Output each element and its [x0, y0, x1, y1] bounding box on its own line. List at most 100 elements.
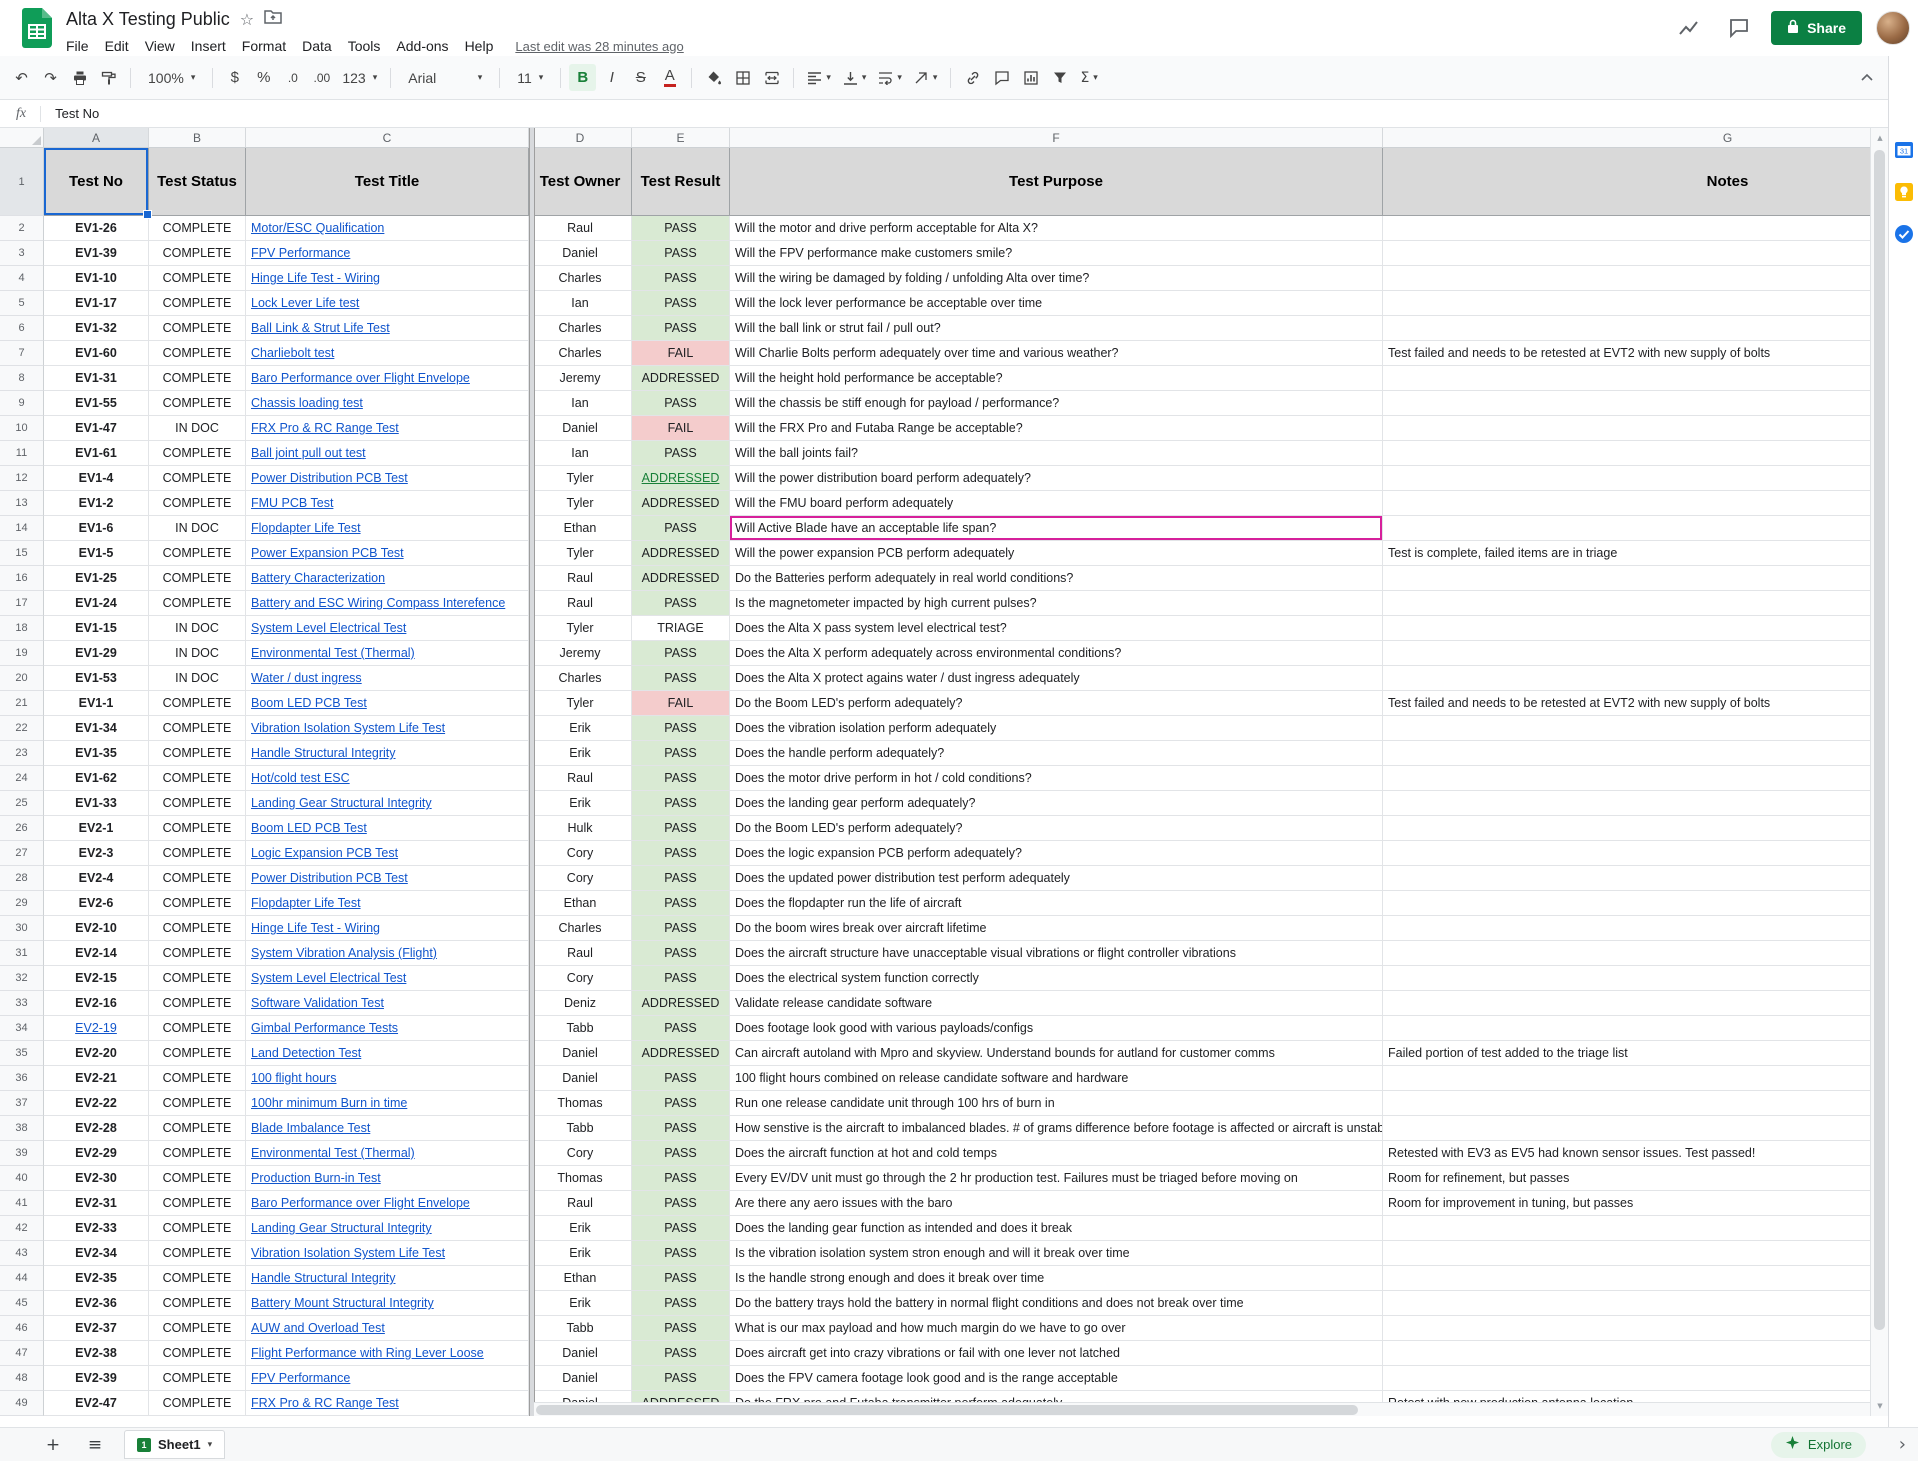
- cell-test-result[interactable]: PASS: [632, 391, 730, 416]
- text-wrap-select[interactable]: ▾: [873, 64, 907, 91]
- scroll-up-arrow[interactable]: ▲: [1871, 130, 1889, 146]
- cell-test-status[interactable]: COMPLETE: [149, 1191, 246, 1216]
- cell-test-no[interactable]: EV2-3: [44, 841, 149, 866]
- cell-test-result[interactable]: PASS: [632, 966, 730, 991]
- cell-test-status[interactable]: COMPLETE: [149, 391, 246, 416]
- cell-notes[interactable]: Test failed and needs to be retested at …: [1383, 691, 1870, 716]
- row-number[interactable]: 13: [0, 491, 44, 516]
- avatar[interactable]: [1876, 11, 1910, 45]
- cell-test-owner[interactable]: Charles: [529, 916, 632, 941]
- cell-test-purpose[interactable]: Do the Boom LED's perform adequately?: [730, 816, 1383, 841]
- cell-test-owner[interactable]: Ian: [529, 391, 632, 416]
- cell-test-purpose[interactable]: Will the power expansion PCB perform ade…: [730, 541, 1383, 566]
- cell-notes[interactable]: [1383, 991, 1870, 1016]
- cell-test-title[interactable]: Logic Expansion PCB Test: [246, 841, 529, 866]
- cell-test-title[interactable]: Ball joint pull out test: [246, 441, 529, 466]
- cell-header-test-title[interactable]: Test Title: [246, 148, 529, 216]
- cell-test-owner[interactable]: Thomas: [529, 1166, 632, 1191]
- cell-test-no[interactable]: EV2-38: [44, 1341, 149, 1366]
- cell-notes[interactable]: [1383, 366, 1870, 391]
- row-number[interactable]: 24: [0, 766, 44, 791]
- cell-test-purpose[interactable]: Will the ball link or strut fail / pull …: [730, 316, 1383, 341]
- cell-test-no[interactable]: EV1-29: [44, 641, 149, 666]
- cell-test-result[interactable]: PASS: [632, 1091, 730, 1116]
- menu-file[interactable]: File: [58, 36, 97, 56]
- cell-test-no[interactable]: EV1-34: [44, 716, 149, 741]
- cell-test-purpose[interactable]: Do the Boom LED's perform adequately?: [730, 691, 1383, 716]
- row-number[interactable]: 46: [0, 1316, 44, 1341]
- format-currency-button[interactable]: $: [221, 64, 248, 91]
- cell-test-result[interactable]: ADDRESSED: [632, 491, 730, 516]
- cell-test-owner[interactable]: Ethan: [529, 516, 632, 541]
- cell-test-result[interactable]: PASS: [632, 1066, 730, 1091]
- activity-icon[interactable]: [1671, 10, 1707, 46]
- row-number[interactable]: 29: [0, 891, 44, 916]
- cell-test-purpose[interactable]: Do the battery trays hold the battery in…: [730, 1291, 1383, 1316]
- cell-test-purpose[interactable]: Every EV/DV unit must go through the 2 h…: [730, 1166, 1383, 1191]
- column-header-d[interactable]: D: [529, 128, 632, 147]
- cell-test-status[interactable]: COMPLETE: [149, 691, 246, 716]
- cell-test-no[interactable]: EV1-15: [44, 616, 149, 641]
- decrease-decimal-button[interactable]: .0: [279, 64, 306, 91]
- cell-test-result[interactable]: FAIL: [632, 341, 730, 366]
- cell-test-result[interactable]: PASS: [632, 841, 730, 866]
- cell-test-status[interactable]: IN DOC: [149, 416, 246, 441]
- cell-test-result[interactable]: PASS: [632, 1191, 730, 1216]
- vertical-scrollbar[interactable]: ▲ ▼: [1870, 128, 1888, 1416]
- cell-test-status[interactable]: COMPLETE: [149, 441, 246, 466]
- insert-comment-button[interactable]: [988, 64, 1015, 91]
- row-number[interactable]: 28: [0, 866, 44, 891]
- cell-test-purpose[interactable]: Does the aircraft structure have unaccep…: [730, 941, 1383, 966]
- cell-test-title[interactable]: Handle Structural Integrity: [246, 741, 529, 766]
- cell-test-owner[interactable]: Deniz: [529, 991, 632, 1016]
- cell-test-status[interactable]: COMPLETE: [149, 966, 246, 991]
- cell-test-no[interactable]: EV1-6: [44, 516, 149, 541]
- cell-test-title[interactable]: Baro Performance over Flight Envelope: [246, 1191, 529, 1216]
- cell-test-result[interactable]: PASS: [632, 916, 730, 941]
- cell-test-status[interactable]: COMPLETE: [149, 791, 246, 816]
- zoom-select[interactable]: 100% ▾: [139, 64, 204, 91]
- increase-decimal-button[interactable]: .00: [308, 64, 335, 91]
- cell-notes[interactable]: [1383, 1066, 1870, 1091]
- cell-notes[interactable]: [1383, 716, 1870, 741]
- cell-header-test-owner[interactable]: Test Owner: [529, 148, 632, 216]
- cell-test-title[interactable]: Gimbal Performance Tests: [246, 1016, 529, 1041]
- functions-select[interactable]: Σ ▾: [1075, 64, 1102, 91]
- cell-test-status[interactable]: COMPLETE: [149, 766, 246, 791]
- cell-test-status[interactable]: COMPLETE: [149, 1291, 246, 1316]
- cell-test-purpose[interactable]: Does the logic expansion PCB perform ade…: [730, 841, 1383, 866]
- cell-test-owner[interactable]: Erik: [529, 1216, 632, 1241]
- cell-test-purpose[interactable]: Do the Batteries perform adequately in r…: [730, 566, 1383, 591]
- cell-notes[interactable]: [1383, 591, 1870, 616]
- row-number[interactable]: 15: [0, 541, 44, 566]
- cell-notes[interactable]: [1383, 1216, 1870, 1241]
- cell-notes[interactable]: [1383, 1266, 1870, 1291]
- cell-test-status[interactable]: COMPLETE: [149, 916, 246, 941]
- merge-cells-button[interactable]: [758, 64, 785, 91]
- cell-test-no[interactable]: EV2-29: [44, 1141, 149, 1166]
- cell-test-result[interactable]: FAIL: [632, 691, 730, 716]
- cell-notes[interactable]: [1383, 1366, 1870, 1391]
- row-number[interactable]: 1: [0, 148, 44, 216]
- cell-test-no[interactable]: EV2-30: [44, 1166, 149, 1191]
- cell-test-no[interactable]: EV2-33: [44, 1216, 149, 1241]
- cell-test-purpose[interactable]: How senstive is the aircraft to imbalanc…: [730, 1116, 1383, 1141]
- cell-test-status[interactable]: COMPLETE: [149, 291, 246, 316]
- cell-test-status[interactable]: COMPLETE: [149, 891, 246, 916]
- cell-test-title[interactable]: Handle Structural Integrity: [246, 1266, 529, 1291]
- cell-test-result[interactable]: PASS: [632, 516, 730, 541]
- cell-test-purpose[interactable]: Will the FPV performance make customers …: [730, 241, 1383, 266]
- column-header-b[interactable]: B: [149, 128, 246, 147]
- cell-test-title[interactable]: Boom LED PCB Test: [246, 691, 529, 716]
- row-number[interactable]: 26: [0, 816, 44, 841]
- cell-test-owner[interactable]: Hulk: [529, 816, 632, 841]
- formula-input[interactable]: Test No: [55, 106, 99, 121]
- cell-test-purpose[interactable]: Will the lock lever performance be accep…: [730, 291, 1383, 316]
- cell-test-owner[interactable]: Tyler: [529, 541, 632, 566]
- tasks-icon[interactable]: [1894, 224, 1914, 244]
- cell-test-owner[interactable]: Cory: [529, 966, 632, 991]
- cell-test-result[interactable]: PASS: [632, 241, 730, 266]
- cell-test-purpose[interactable]: Will the FRX Pro and Futaba Range be acc…: [730, 416, 1383, 441]
- cell-test-status[interactable]: COMPLETE: [149, 266, 246, 291]
- cell-test-owner[interactable]: Jeremy: [529, 641, 632, 666]
